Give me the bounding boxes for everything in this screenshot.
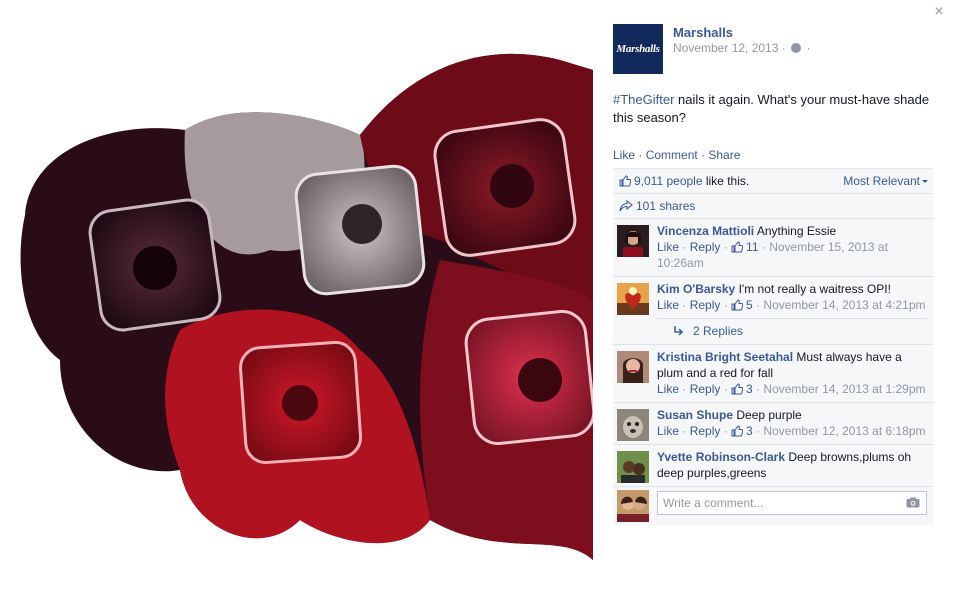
comment-item: Vincenza Mattioli Anything Essie Like · …	[613, 219, 933, 277]
feedback-panel: 9,011 people like this. Most Relevant 10…	[613, 168, 933, 525]
comment-input[interactable]: Write a comment...	[657, 491, 927, 515]
comment-reply-button[interactable]: Reply	[690, 424, 721, 438]
post-text: #TheGifter nails it again. What's your m…	[613, 91, 933, 127]
thumbs-up-icon	[731, 241, 744, 253]
comment-text: Anything Essie	[754, 224, 837, 238]
likes-count-link[interactable]: 9,011 people	[634, 174, 703, 188]
comment-reply-button[interactable]: Reply	[690, 240, 721, 254]
nail-polish-photo	[20, 53, 593, 560]
commenter-avatar[interactable]	[617, 283, 649, 315]
comment-item: Kim O'Barsky I'm not really a waitress O…	[613, 277, 933, 318]
thumbs-up-icon	[619, 175, 631, 187]
comment-meta: Like · Reply · 5 · November 14, 2013 at …	[657, 298, 926, 312]
comment-reply-button[interactable]: Reply	[690, 382, 721, 396]
like-button[interactable]: Like	[613, 148, 635, 162]
reply-arrow-icon	[674, 326, 684, 336]
sort-dropdown[interactable]: Most Relevant	[843, 173, 928, 189]
view-replies-link[interactable]: 2 Replies	[693, 324, 743, 338]
shares-link[interactable]: 101 shares	[636, 199, 695, 213]
replies-row: 2 Replies	[613, 319, 933, 345]
comment-like-count[interactable]: 11	[746, 240, 758, 254]
comment-like-button[interactable]: Like	[657, 424, 679, 438]
hashtag-link[interactable]: #TheGifter	[613, 92, 674, 107]
comment-meta: Like · Reply · 3 · November 12, 2013 at …	[657, 424, 926, 438]
comment-item: Yvette Robinson-Clark Deep browns,plums …	[613, 445, 933, 487]
thumbs-up-icon	[731, 383, 744, 395]
meta-dot: ·	[781, 41, 786, 55]
comment-author[interactable]: Yvette Robinson-Clark	[657, 450, 785, 464]
comment-like-count[interactable]: 5	[746, 298, 753, 312]
likes-suffix: like this.	[702, 174, 750, 188]
commenter-avatar[interactable]	[617, 409, 649, 441]
share-arrow-icon	[619, 200, 633, 212]
comment-reply-button[interactable]: Reply	[690, 298, 721, 312]
comment-text: Deep purple	[733, 408, 802, 422]
post-sidebar: Marshalls Marshalls November 12, 2013 · …	[613, 24, 933, 525]
thumbs-up-icon	[731, 299, 744, 311]
comment-timestamp[interactable]: November 14, 2013 at 1:29pm	[763, 382, 925, 396]
commenter-avatar[interactable]	[617, 451, 649, 483]
comment-like-button[interactable]: Like	[657, 298, 679, 312]
caret-down-icon	[922, 180, 928, 183]
post-meta: November 12, 2013 · ·	[673, 41, 810, 55]
comment-like-button[interactable]: Like	[657, 240, 679, 254]
post-date[interactable]: November 12, 2013	[673, 41, 778, 55]
meta-dot: ·	[806, 41, 811, 55]
commenter-avatar[interactable]	[617, 225, 649, 257]
action-separator: ·	[697, 148, 709, 162]
shares-row: 101 shares	[613, 194, 933, 219]
close-icon[interactable]: ×	[931, 4, 947, 20]
comment-timestamp[interactable]: November 14, 2013 at 4:21pm	[763, 298, 925, 312]
share-button[interactable]: Share	[708, 148, 740, 162]
write-comment-row: Write a comment...	[613, 487, 933, 525]
thumbs-up-icon	[731, 425, 744, 437]
comment-meta: Like · Reply · 3 · November 14, 2013 at …	[657, 382, 926, 396]
page-name-link[interactable]: Marshalls	[673, 25, 733, 40]
comment-item: Susan Shupe Deep purple Like · Reply · 3…	[613, 403, 933, 445]
comment-timestamp[interactable]: November 12, 2013 at 6:18pm	[763, 424, 925, 438]
comment-item: Kristina Bright Seetahal Must always hav…	[613, 345, 933, 403]
comment-like-button[interactable]: Like	[657, 382, 679, 396]
comment-meta: Like · Reply · 11 · November 15, 2013 at…	[657, 240, 888, 270]
comment-like-count[interactable]: 3	[746, 424, 753, 438]
post-actions: Like · Comment · Share	[613, 148, 933, 162]
page-avatar[interactable]: Marshalls	[613, 24, 663, 74]
comment-text: I'm not really a waitress OPI!	[735, 282, 891, 296]
comment-author[interactable]: Kim O'Barsky	[657, 282, 735, 296]
likes-row: 9,011 people like this. Most Relevant	[613, 169, 933, 194]
commenter-avatar[interactable]	[617, 351, 649, 383]
globe-icon[interactable]	[791, 43, 802, 53]
action-separator: ·	[635, 148, 646, 162]
comment-author[interactable]: Kristina Bright Seetahal	[657, 350, 793, 364]
comment-author[interactable]: Vincenza Mattioli	[657, 224, 754, 238]
comment-input-placeholder: Write a comment...	[663, 496, 764, 510]
comment-author[interactable]: Susan Shupe	[657, 408, 733, 422]
camera-icon[interactable]	[906, 497, 920, 508]
post-header: Marshalls Marshalls November 12, 2013 · …	[613, 24, 933, 74]
comment-button[interactable]: Comment	[646, 148, 698, 162]
current-user-avatar	[617, 490, 649, 522]
comment-like-count[interactable]: 3	[746, 382, 753, 396]
sort-label: Most Relevant	[843, 174, 920, 188]
post-photo[interactable]	[0, 0, 593, 593]
